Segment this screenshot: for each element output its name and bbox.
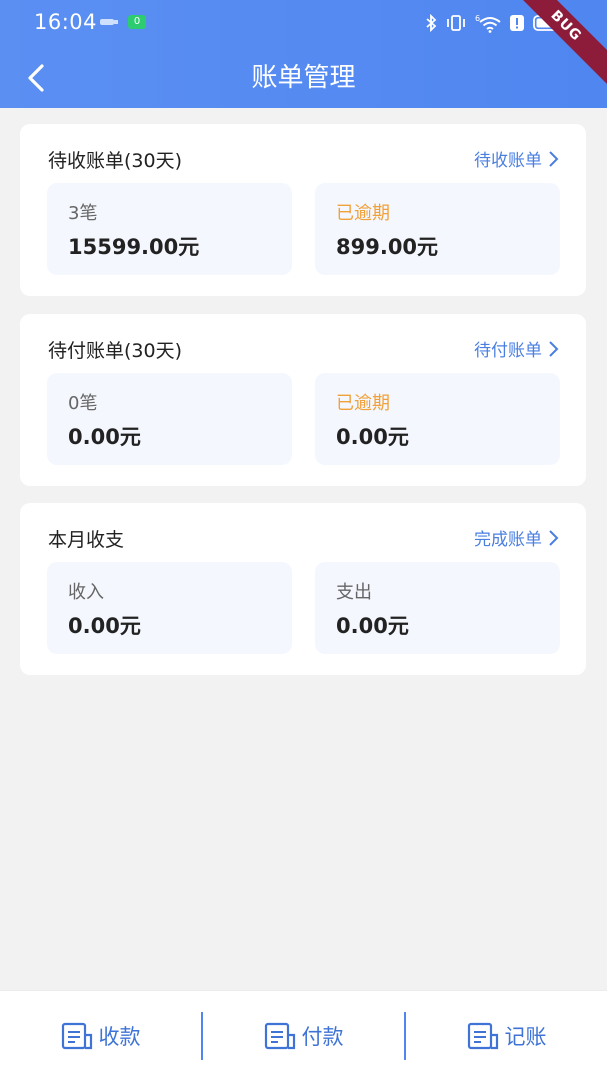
status-bar: 16:04 0 6: [0, 0, 607, 46]
receivable-amount: 15599.00元: [68, 235, 200, 259]
record-button[interactable]: 记账: [406, 991, 607, 1080]
pay-label: 付款: [301, 1024, 344, 1049]
bluetooth-icon: [426, 14, 437, 32]
monthly-title: 本月收支: [48, 529, 125, 551]
receivable-overdue-amount: 899.00元: [336, 235, 439, 259]
payable-link-label: 待付账单: [474, 341, 542, 361]
battery-saver-badge: 0: [128, 15, 146, 29]
pay-button[interactable]: 付款: [203, 991, 404, 1080]
payable-amount: 0.00元: [68, 425, 141, 449]
receivable-count-box: 3笔 15599.00元: [47, 183, 292, 275]
document-icon: [264, 1022, 295, 1049]
receivable-link[interactable]: 待收账单: [474, 146, 560, 171]
income-label: 收入: [68, 582, 104, 603]
monthly-link[interactable]: 完成账单: [474, 525, 560, 550]
document-icon: [61, 1022, 92, 1049]
document-icon: [467, 1022, 498, 1049]
payable-count-label: 0笔: [68, 393, 98, 414]
page-title: 账单管理: [251, 63, 356, 93]
payable-overdue-amount: 0.00元: [336, 425, 409, 449]
receivable-overdue-label: 已逾期: [336, 203, 390, 224]
payable-overdue-box: 已逾期 0.00元: [315, 373, 560, 465]
payable-overdue-label: 已逾期: [336, 393, 390, 414]
receivable-title: 待收账单(30天): [48, 150, 183, 172]
payable-card: 待付账单(30天) 待付账单 0笔 0.00元 已逾期 0.00元: [20, 314, 586, 486]
chevron-right-icon: [549, 150, 559, 167]
receivable-card: 待收账单(30天) 待收账单 3笔 15599.00元 已逾期 899.00元: [20, 124, 586, 296]
receivable-overdue-box: 已逾期 899.00元: [315, 183, 560, 275]
payable-link[interactable]: 待付账单: [474, 336, 560, 361]
receivable-link-label: 待收账单: [474, 151, 542, 171]
payable-count-box: 0笔 0.00元: [47, 373, 292, 465]
receive-label: 收款: [98, 1024, 141, 1049]
usb-icon: [100, 19, 118, 25]
svg-text:6: 6: [475, 14, 480, 23]
receive-button[interactable]: 收款: [0, 991, 201, 1080]
bottom-action-bar: 收款 付款 记账: [0, 991, 607, 1080]
expense-amount: 0.00元: [336, 614, 409, 638]
record-label: 记账: [504, 1024, 547, 1049]
payable-title: 待付账单(30天): [48, 340, 183, 362]
vibrate-icon: [447, 15, 465, 31]
monthly-card: 本月收支 完成账单 收入 0.00元 支出 0.00元: [20, 503, 586, 675]
wifi-icon: 6: [475, 14, 501, 33]
alert-icon: [510, 15, 524, 31]
chevron-right-icon: [549, 340, 559, 357]
monthly-link-label: 完成账单: [474, 530, 542, 550]
income-box: 收入 0.00元: [47, 562, 292, 654]
app-header: 16:04 0 6 BUG 账单管理: [0, 0, 607, 108]
expense-box: 支出 0.00元: [315, 562, 560, 654]
expense-label: 支出: [336, 582, 372, 603]
chevron-right-icon: [549, 529, 559, 546]
income-amount: 0.00元: [68, 614, 141, 638]
status-time: 16:04: [34, 10, 98, 34]
receivable-count-label: 3笔: [68, 203, 98, 224]
